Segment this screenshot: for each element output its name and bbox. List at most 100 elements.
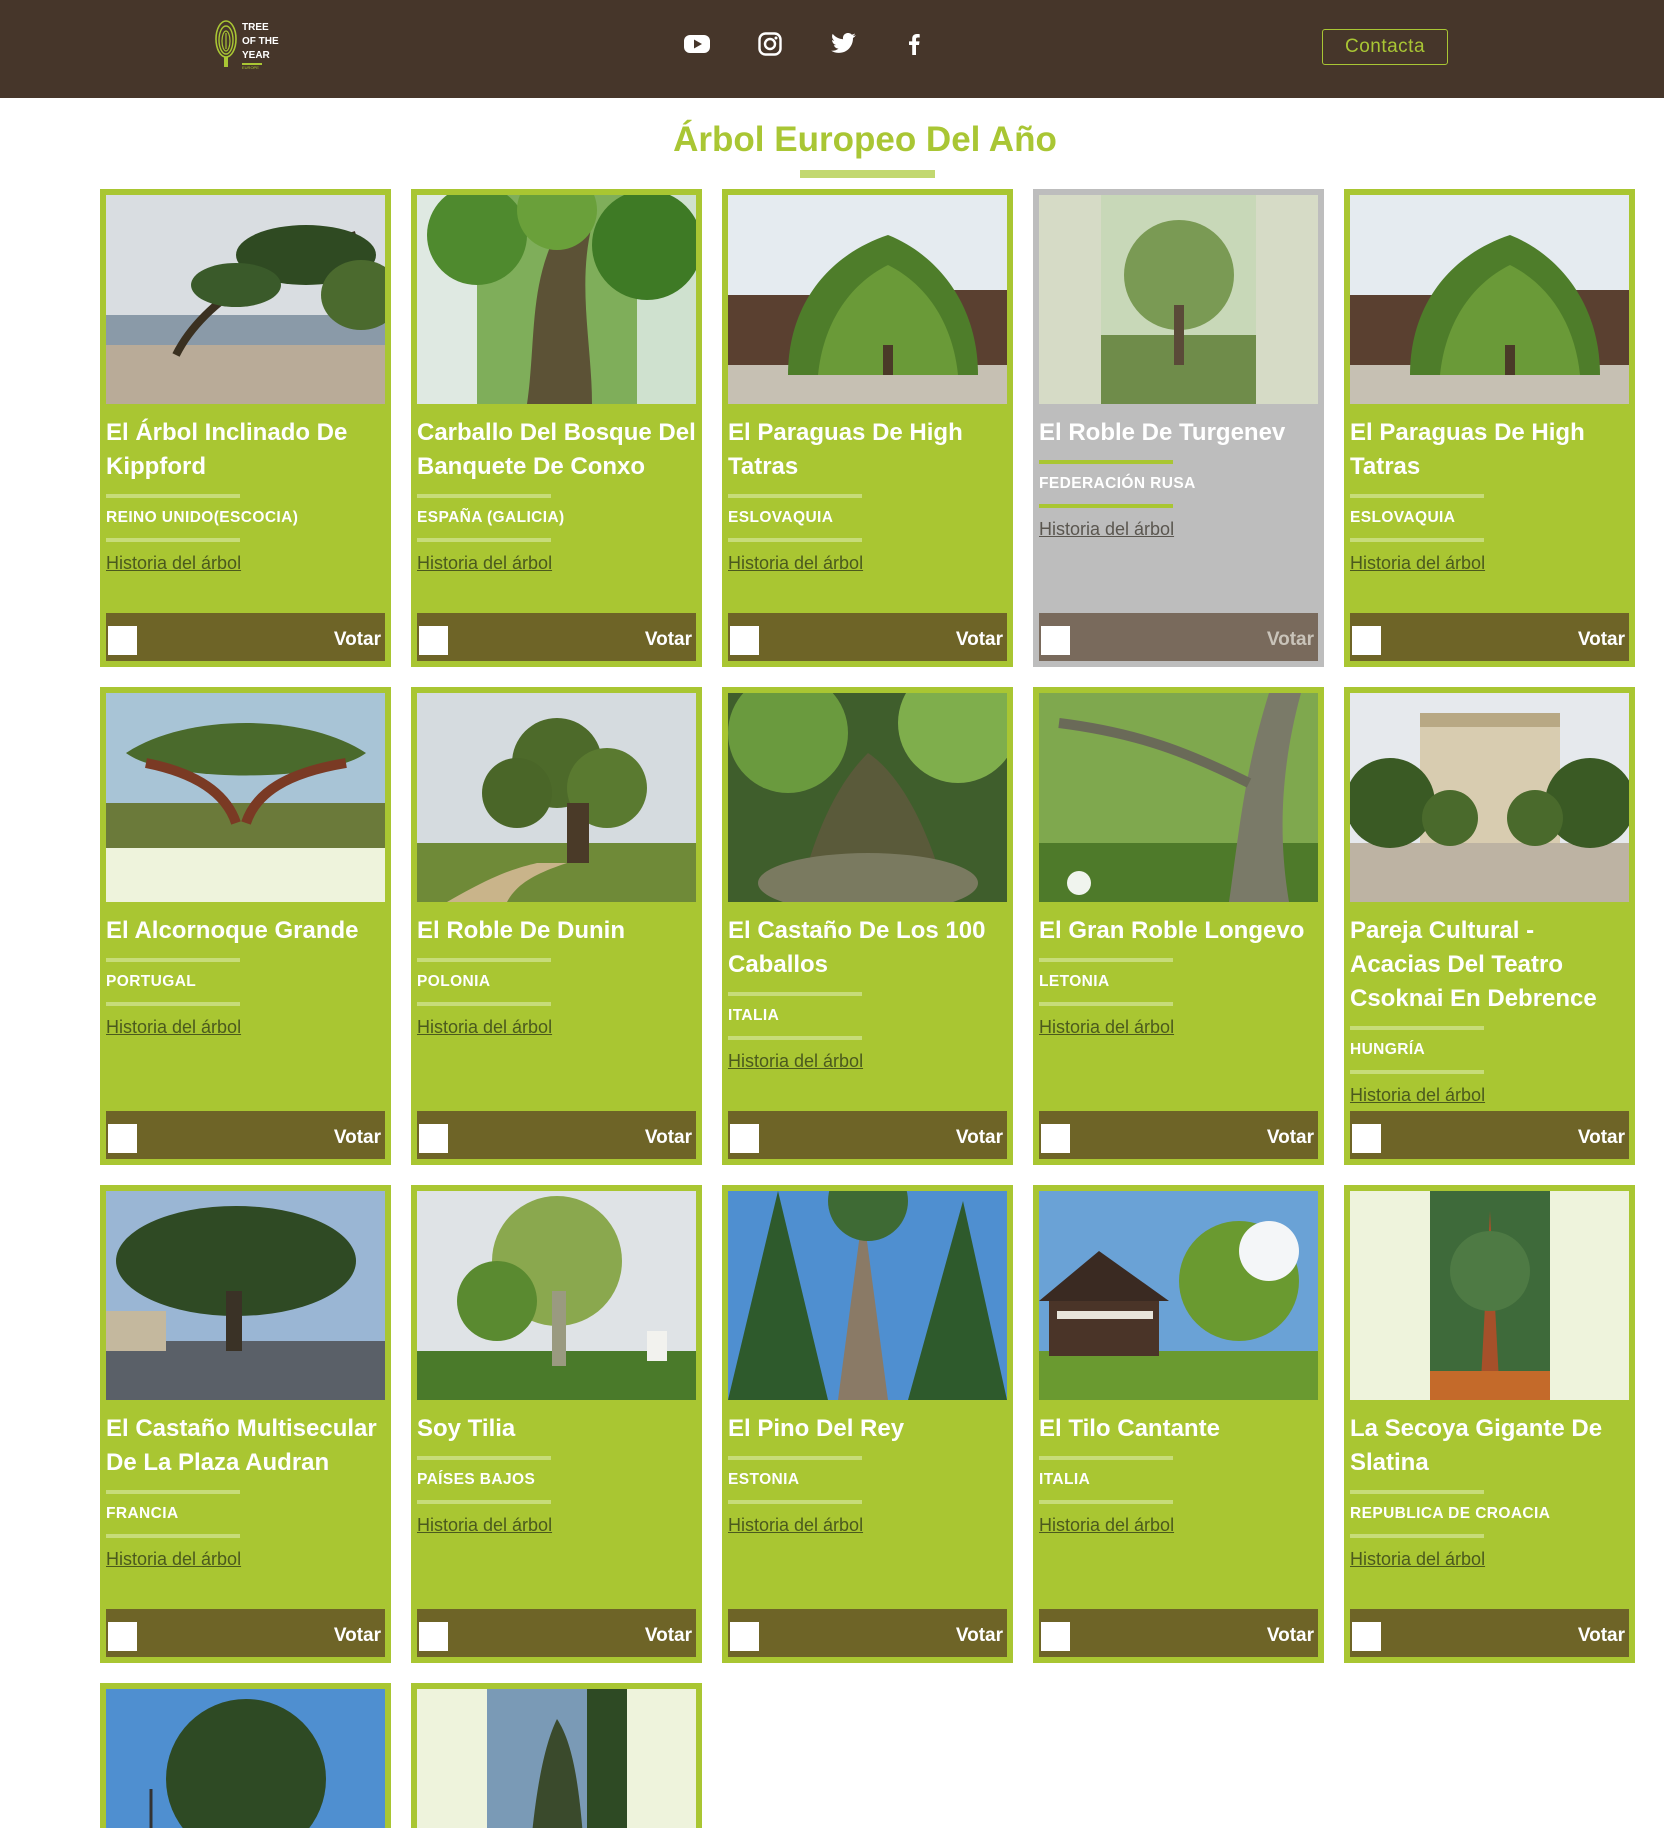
- vote-checkbox[interactable]: [730, 1621, 759, 1651]
- vote-checkbox[interactable]: [730, 1123, 759, 1153]
- divider: [728, 992, 862, 996]
- divider: [417, 1002, 551, 1006]
- vote-button[interactable]: Votar: [1267, 1625, 1314, 1647]
- tree-story-link[interactable]: Historia del árbol: [417, 1514, 552, 1536]
- tree-story-link[interactable]: Historia del árbol: [106, 1548, 241, 1570]
- tree-photo[interactable]: [1350, 693, 1629, 902]
- tree-photo[interactable]: [728, 1191, 1007, 1400]
- tree-photo[interactable]: [728, 195, 1007, 404]
- logo-line-1: TREE: [242, 22, 269, 33]
- tree-story-link[interactable]: Historia del árbol: [1350, 1548, 1485, 1570]
- tree-story-link[interactable]: Historia del árbol: [106, 552, 241, 574]
- tree-photo[interactable]: [1039, 1191, 1318, 1400]
- tree-photo[interactable]: [1039, 195, 1318, 404]
- vote-button[interactable]: Votar: [1267, 1127, 1314, 1149]
- vote-button[interactable]: Votar: [1578, 1127, 1625, 1149]
- vote-checkbox[interactable]: [1041, 1123, 1070, 1153]
- divider: [1350, 494, 1484, 498]
- tree-card: Carballo Del Bosque Del Banquete De Conx…: [411, 189, 702, 667]
- tree-photo[interactable]: [417, 693, 696, 902]
- logo-line-2: OF THE: [242, 36, 279, 47]
- tree-country: REINO UNIDO(ESCOCIA): [106, 509, 299, 526]
- tree-photo[interactable]: [106, 1191, 385, 1400]
- divider: [728, 1456, 862, 1460]
- vote-checkbox[interactable]: [108, 625, 137, 655]
- tree-story-link[interactable]: Historia del árbol: [728, 552, 863, 574]
- youtube-icon[interactable]: [679, 26, 715, 62]
- tree-photo[interactable]: [728, 693, 1007, 902]
- tree-photo[interactable]: [1039, 693, 1318, 902]
- tree-story-link[interactable]: Historia del árbol: [1039, 518, 1174, 540]
- tree-name: El Paraguas De High Tatras: [728, 419, 963, 480]
- twitter-icon[interactable]: [826, 26, 862, 62]
- tree-country: ESTONIA: [728, 1471, 800, 1488]
- tree-story-link[interactable]: Historia del árbol: [1350, 552, 1485, 574]
- divider: [106, 1002, 240, 1006]
- vote-button[interactable]: Votar: [1267, 629, 1314, 651]
- tree-photo[interactable]: [106, 1689, 385, 1828]
- tree-story-link[interactable]: Historia del árbol: [1039, 1514, 1174, 1536]
- tree-card: El Castaño De Los 100 Caballos ITALIA Hist…: [722, 687, 1013, 1165]
- vote-button[interactable]: Votar: [956, 629, 1003, 651]
- contact-button[interactable]: Contacta: [1322, 29, 1448, 65]
- vote-bar: Votar: [417, 1609, 696, 1657]
- instagram-icon[interactable]: [752, 26, 788, 62]
- tree-photo[interactable]: [1350, 1191, 1629, 1400]
- tree-grid: El Árbol Inclinado De Kippford REINO UNID…: [100, 189, 1640, 1828]
- divider: [1350, 1026, 1484, 1030]
- vote-checkbox[interactable]: [419, 625, 448, 655]
- divider: [106, 538, 240, 542]
- tree-story-link[interactable]: Historia del árbol: [417, 552, 552, 574]
- tree-country: ESLOVAQUIA: [728, 509, 834, 526]
- divider: [1350, 538, 1484, 542]
- vote-checkbox[interactable]: [730, 625, 759, 655]
- tree-photo[interactable]: [417, 1689, 696, 1828]
- vote-checkbox[interactable]: [108, 1621, 137, 1651]
- tree-name: El Castaño Multisecular De La Plaza Audr…: [106, 1415, 377, 1476]
- vote-button[interactable]: Votar: [334, 1127, 381, 1149]
- vote-button[interactable]: Votar: [1578, 1625, 1625, 1647]
- vote-button[interactable]: Votar: [645, 1625, 692, 1647]
- vote-button[interactable]: Votar: [956, 1127, 1003, 1149]
- vote-button[interactable]: Votar: [1578, 629, 1625, 651]
- tree-card: La Secoya Gigante De Slatina REPUBLICA DE…: [1344, 1185, 1635, 1663]
- vote-button[interactable]: Votar: [645, 629, 692, 651]
- tree-of-the-year-logo[interactable]: TREE OF THE YEAR EUROPE: [214, 19, 290, 70]
- divider: [417, 1500, 551, 1504]
- vote-checkbox[interactable]: [1041, 1621, 1070, 1651]
- facebook-icon[interactable]: [896, 26, 932, 62]
- vote-button[interactable]: Votar: [645, 1127, 692, 1149]
- divider: [106, 1490, 240, 1494]
- tree-photo[interactable]: [417, 1191, 696, 1400]
- tree-story-link[interactable]: Historia del árbol: [1039, 1016, 1174, 1038]
- divider: [728, 1500, 862, 1504]
- tree-story-link[interactable]: Historia del árbol: [106, 1016, 241, 1038]
- divider: [417, 958, 551, 962]
- vote-checkbox[interactable]: [1352, 1621, 1381, 1651]
- tree-photo[interactable]: [1350, 195, 1629, 404]
- tree-story-link[interactable]: Historia del árbol: [728, 1514, 863, 1536]
- tree-card: El Paraguas De High Tatras ESLOVAQUIA Hist…: [722, 189, 1013, 667]
- vote-checkbox[interactable]: [108, 1123, 137, 1153]
- tree-story-link[interactable]: Historia del árbol: [417, 1016, 552, 1038]
- tree-country: ITALIA: [728, 1007, 780, 1024]
- tree-country: FEDERACIÓN RUSA: [1039, 475, 1196, 492]
- tree-card: El Castaño Multisecular De La Plaza Audr…: [100, 1185, 391, 1663]
- tree-story-link[interactable]: Historia del árbol: [1350, 1084, 1485, 1106]
- vote-checkbox[interactable]: [419, 1621, 448, 1651]
- tree-name: El Pino Del Rey: [728, 1415, 905, 1442]
- vote-checkbox[interactable]: [1041, 625, 1070, 655]
- vote-checkbox[interactable]: [1352, 625, 1381, 655]
- vote-checkbox[interactable]: [1352, 1123, 1381, 1153]
- vote-button[interactable]: Votar: [956, 1625, 1003, 1647]
- vote-bar: Votar: [106, 1111, 385, 1159]
- tree-photo[interactable]: [106, 195, 385, 404]
- tree-photo[interactable]: [417, 195, 696, 404]
- divider: [1039, 460, 1173, 464]
- tree-story-link[interactable]: Historia del árbol: [728, 1050, 863, 1072]
- site-header: TREE OF THE YEAR EUROPE Contacta: [0, 0, 1664, 98]
- vote-checkbox[interactable]: [419, 1123, 448, 1153]
- vote-button[interactable]: Votar: [334, 629, 381, 651]
- tree-photo[interactable]: [106, 693, 385, 902]
- vote-button[interactable]: Votar: [334, 1625, 381, 1647]
